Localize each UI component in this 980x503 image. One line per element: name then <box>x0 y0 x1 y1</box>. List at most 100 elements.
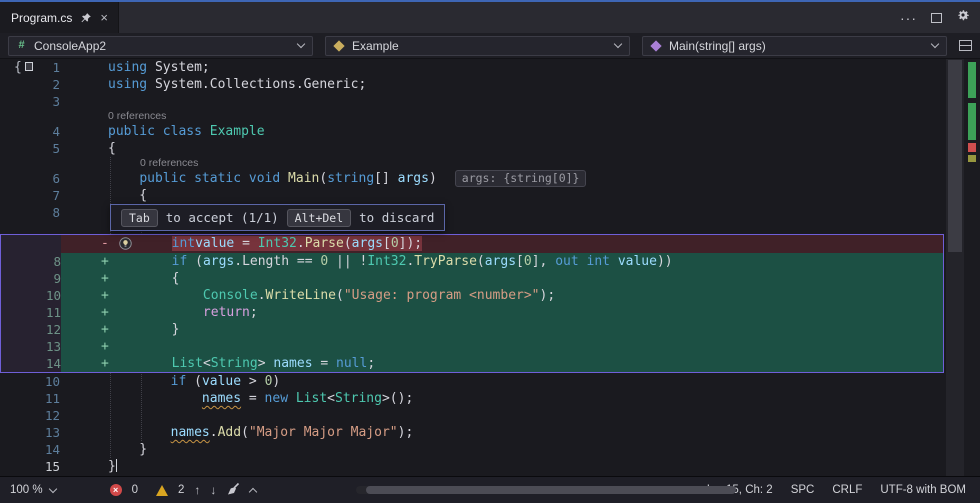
code-line[interactable]: 10 if (value > 0) <box>0 373 946 390</box>
line-content[interactable]: 0 references <box>60 157 946 170</box>
more-options-icon[interactable]: ··· <box>900 13 917 23</box>
line-number[interactable]: 12 <box>0 407 60 424</box>
code-line[interactable]: 6 public static void Main(string[] args)… <box>0 170 946 187</box>
line-content[interactable]: + { <box>61 270 943 287</box>
line-number[interactable] <box>0 110 60 123</box>
line-content[interactable] <box>60 407 946 424</box>
line-number[interactable]: 4 <box>0 123 60 140</box>
member-dropdown[interactable]: Main(string[] args) <box>642 36 947 56</box>
diff-added-line[interactable]: 9+ { <box>1 270 943 287</box>
vertical-scrollbar-thumb[interactable] <box>948 60 962 252</box>
line-content[interactable]: 0 references <box>60 110 946 123</box>
code-line[interactable]: 11 names = new List<String>(); <box>0 390 946 407</box>
warning-count[interactable]: 2 <box>178 484 184 496</box>
horizontal-scrollbar-thumb[interactable] <box>366 486 736 494</box>
code-line[interactable]: 12 <box>0 407 946 424</box>
whitespace-indicator[interactable]: SPC <box>791 484 815 496</box>
line-number[interactable]: 11 <box>0 390 60 407</box>
line-number[interactable]: 2 <box>0 76 60 93</box>
line-content[interactable]: names.Add("Major Major Major"); <box>60 424 946 441</box>
diff-added-line[interactable]: 12+ } <box>1 321 943 338</box>
codelens-row[interactable]: 0 references <box>0 157 946 170</box>
line-content[interactable]: + Console.WriteLine("Usage: program <num… <box>61 287 943 304</box>
arrow-up-icon[interactable]: ↑ <box>194 483 200 497</box>
line-number[interactable]: 12 <box>1 321 61 338</box>
type-dropdown[interactable]: Example <box>325 36 630 56</box>
line-number[interactable]: 10 <box>1 287 61 304</box>
diff-added-line[interactable]: 10+ Console.WriteLine("Usage: program <n… <box>1 287 943 304</box>
diff-added-line[interactable]: 8+ if (args.Length == 0 || !Int32.TryPar… <box>1 253 943 270</box>
line-content[interactable]: - intvalue = Int32.Parse(args[0]); <box>61 235 943 253</box>
line-content[interactable]: using System.Collections.Generic; <box>60 76 946 93</box>
line-content[interactable]: { <box>60 140 946 157</box>
line-number[interactable]: 6 <box>0 170 60 187</box>
arrow-down-icon[interactable]: ↓ <box>210 483 216 497</box>
code-token: out <box>555 254 578 269</box>
code-line[interactable]: 3 <box>0 93 946 110</box>
line-number[interactable]: 7 <box>0 187 60 204</box>
line-content[interactable]: names = new List<String>(); <box>60 390 946 407</box>
close-icon[interactable]: × <box>100 11 108 24</box>
line-content[interactable]: } <box>60 458 946 475</box>
line-ending-indicator[interactable]: CRLF <box>832 484 862 496</box>
line-number[interactable]: 10 <box>0 373 60 390</box>
encoding-indicator[interactable]: UTF-8 with BOM <box>880 484 966 496</box>
line-number[interactable]: 3 <box>0 93 60 110</box>
code-line[interactable]: 2using System.Collections.Generic; <box>0 76 946 93</box>
zoom-control[interactable]: 100 % <box>10 484 56 496</box>
line-number[interactable]: 8 <box>0 204 60 221</box>
line-number[interactable]: 9 <box>1 270 61 287</box>
error-icon[interactable] <box>110 484 122 496</box>
line-content[interactable]: + if (args.Length == 0 || !Int32.TryPars… <box>61 253 943 270</box>
code-line[interactable]: 5{ <box>0 140 946 157</box>
line-number[interactable]: 13 <box>0 424 60 441</box>
line-content[interactable]: + List<String> names = null; <box>61 355 943 372</box>
lightbulb-icon[interactable] <box>119 237 132 250</box>
code-line[interactable]: 4public class Example <box>0 123 946 140</box>
editor[interactable]: 1using System;2using System.Collections.… <box>0 59 946 476</box>
code-line[interactable]: 14 } <box>0 441 946 458</box>
line-number[interactable]: 11 <box>1 304 61 321</box>
vertical-scrollbar[interactable] <box>946 59 964 476</box>
line-content[interactable]: public class Example <box>60 123 946 140</box>
split-editor-icon[interactable] <box>959 40 972 51</box>
diff-added-line[interactable]: 11+ return; <box>1 304 943 321</box>
line-content[interactable]: if (value > 0) <box>60 373 946 390</box>
line-number[interactable]: 13 <box>1 338 61 355</box>
line-content[interactable]: } <box>60 441 946 458</box>
gear-icon[interactable] <box>956 8 970 27</box>
code-token: . <box>297 236 305 251</box>
diff-added-line[interactable]: 13+ <box>1 338 943 355</box>
tab-program-cs[interactable]: Program.cs × <box>0 2 119 33</box>
line-content[interactable]: + return; <box>61 304 943 321</box>
line-content[interactable]: + } <box>61 321 943 338</box>
project-dropdown[interactable]: # ConsoleApp2 <box>8 36 313 56</box>
line-number[interactable]: 8 <box>1 253 61 270</box>
code-line[interactable]: 1using System; <box>0 59 946 76</box>
line-number[interactable]: 15 <box>0 458 60 475</box>
line-content[interactable]: { <box>60 187 946 204</box>
line-content[interactable] <box>60 93 946 110</box>
line-content[interactable]: public static void Main(string[] args)ar… <box>60 170 946 187</box>
line-number[interactable] <box>0 157 60 170</box>
error-count[interactable]: 0 <box>132 484 138 496</box>
code-line[interactable]: 7 { <box>0 187 946 204</box>
code-cleanup-broom-icon[interactable] <box>226 482 240 499</box>
pin-icon[interactable] <box>80 12 92 24</box>
line-content[interactable]: + <box>61 338 943 355</box>
code-line[interactable]: 15} <box>0 458 946 475</box>
diff-removed-line[interactable]: - intvalue = Int32.Parse(args[0]); <box>1 235 943 253</box>
code-token: if <box>172 254 188 269</box>
diff-added-line[interactable]: 14+ List<String> names = null; <box>1 355 943 372</box>
horizontal-scrollbar[interactable] <box>266 477 696 503</box>
line-number[interactable]: 5 <box>0 140 60 157</box>
line-number[interactable]: 14 <box>0 441 60 458</box>
chevron-up-icon[interactable] <box>249 488 257 496</box>
line-content[interactable]: using System; <box>60 59 946 76</box>
line-number[interactable]: 14 <box>1 355 61 372</box>
warning-icon[interactable] <box>156 485 168 496</box>
code-line[interactable]: 13 names.Add("Major Major Major"); <box>0 424 946 441</box>
float-window-icon[interactable] <box>931 13 942 23</box>
codelens-row[interactable]: 0 references <box>0 110 946 123</box>
line-number[interactable] <box>1 235 61 253</box>
